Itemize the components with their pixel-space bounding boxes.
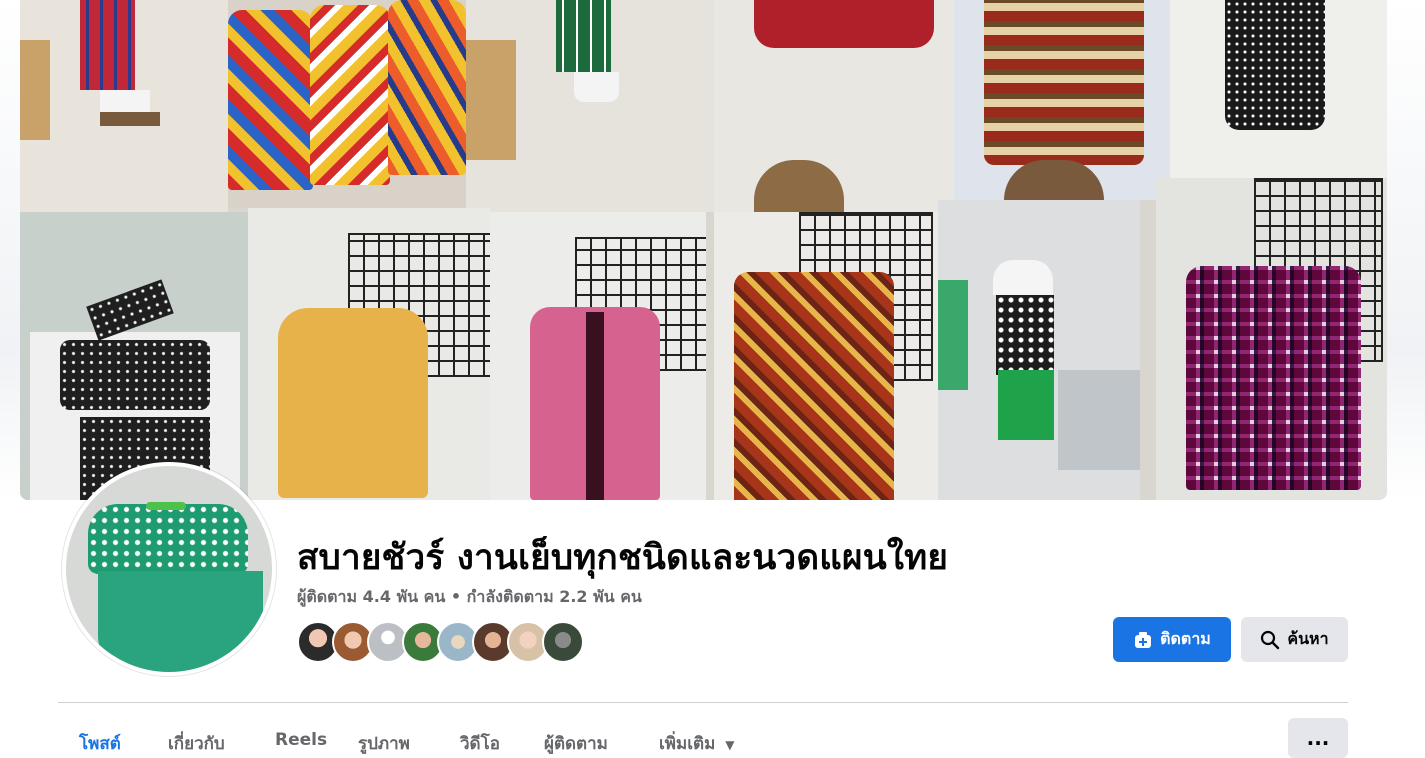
tab-more[interactable]: เพิ่มเติม ▼	[659, 730, 734, 757]
tab-about[interactable]: เกี่ยวกับ	[168, 730, 225, 757]
caret-down-icon: ▼	[725, 738, 735, 752]
cover-tile-plaid-shirt	[1156, 178, 1387, 500]
search-button[interactable]: ค้นหา	[1241, 617, 1348, 662]
tab-more-label: เพิ่มเติม	[659, 734, 716, 754]
profile-tabs: โพสต์ เกี่ยวกับ Reels รูปภาพ วิดีโอ ผู้ต…	[58, 718, 1358, 758]
following-count[interactable]: กำลังติดตาม 2.2 พัน คน	[467, 587, 642, 606]
cover-tile-black-top	[1170, 0, 1387, 180]
stats-separator: •	[450, 587, 462, 606]
more-options-button[interactable]: ...	[1288, 718, 1348, 758]
tab-posts[interactable]: โพสต์	[79, 730, 121, 757]
cover-tile-pink-cardigan	[490, 212, 706, 500]
cover-tile-printed-tops	[228, 0, 466, 208]
cover-tile-yellow-top	[248, 208, 490, 500]
avatar[interactable]	[542, 621, 584, 663]
followers-count[interactable]: ผู้ติดตาม 4.4 พัน คน	[297, 587, 445, 606]
tab-photos[interactable]: รูปภาพ	[358, 730, 410, 757]
page-title: สบายชัวร์ งานเย็บทุกชนิดและนวดแผนใทย	[297, 538, 949, 578]
follow-button[interactable]: ติดตาม	[1113, 617, 1231, 662]
cover-tile-red-top	[714, 0, 954, 212]
follow-stats: ผู้ติดตาม 4.4 พัน คน • กำลังติดตาม 2.2 พ…	[297, 585, 642, 610]
cover-tile-green-plaid	[466, 0, 714, 212]
cover-tile-mannequin-green	[938, 200, 1140, 500]
tab-reels[interactable]: Reels	[275, 730, 327, 750]
tab-videos[interactable]: วิดีโอ	[460, 730, 500, 757]
search-icon	[1261, 630, 1280, 649]
tab-followers[interactable]: ผู้ติดตาม	[544, 730, 608, 757]
cover-tile-black-set	[20, 212, 248, 500]
garment-green-skirt	[98, 571, 263, 672]
follow-label: ติดตาม	[1160, 629, 1211, 648]
profile-divider	[58, 702, 1348, 703]
cover-tile-kimono	[714, 212, 938, 500]
cover-photo[interactable]	[20, 0, 1387, 500]
cover-tile-mannequin-plaid	[20, 0, 228, 212]
search-label: ค้นหา	[1287, 629, 1329, 648]
follow-plus-icon	[1135, 631, 1152, 648]
garment-green-top	[88, 504, 248, 574]
profile-picture[interactable]	[62, 462, 276, 676]
cover-tile-pattern-dress	[954, 0, 1170, 200]
